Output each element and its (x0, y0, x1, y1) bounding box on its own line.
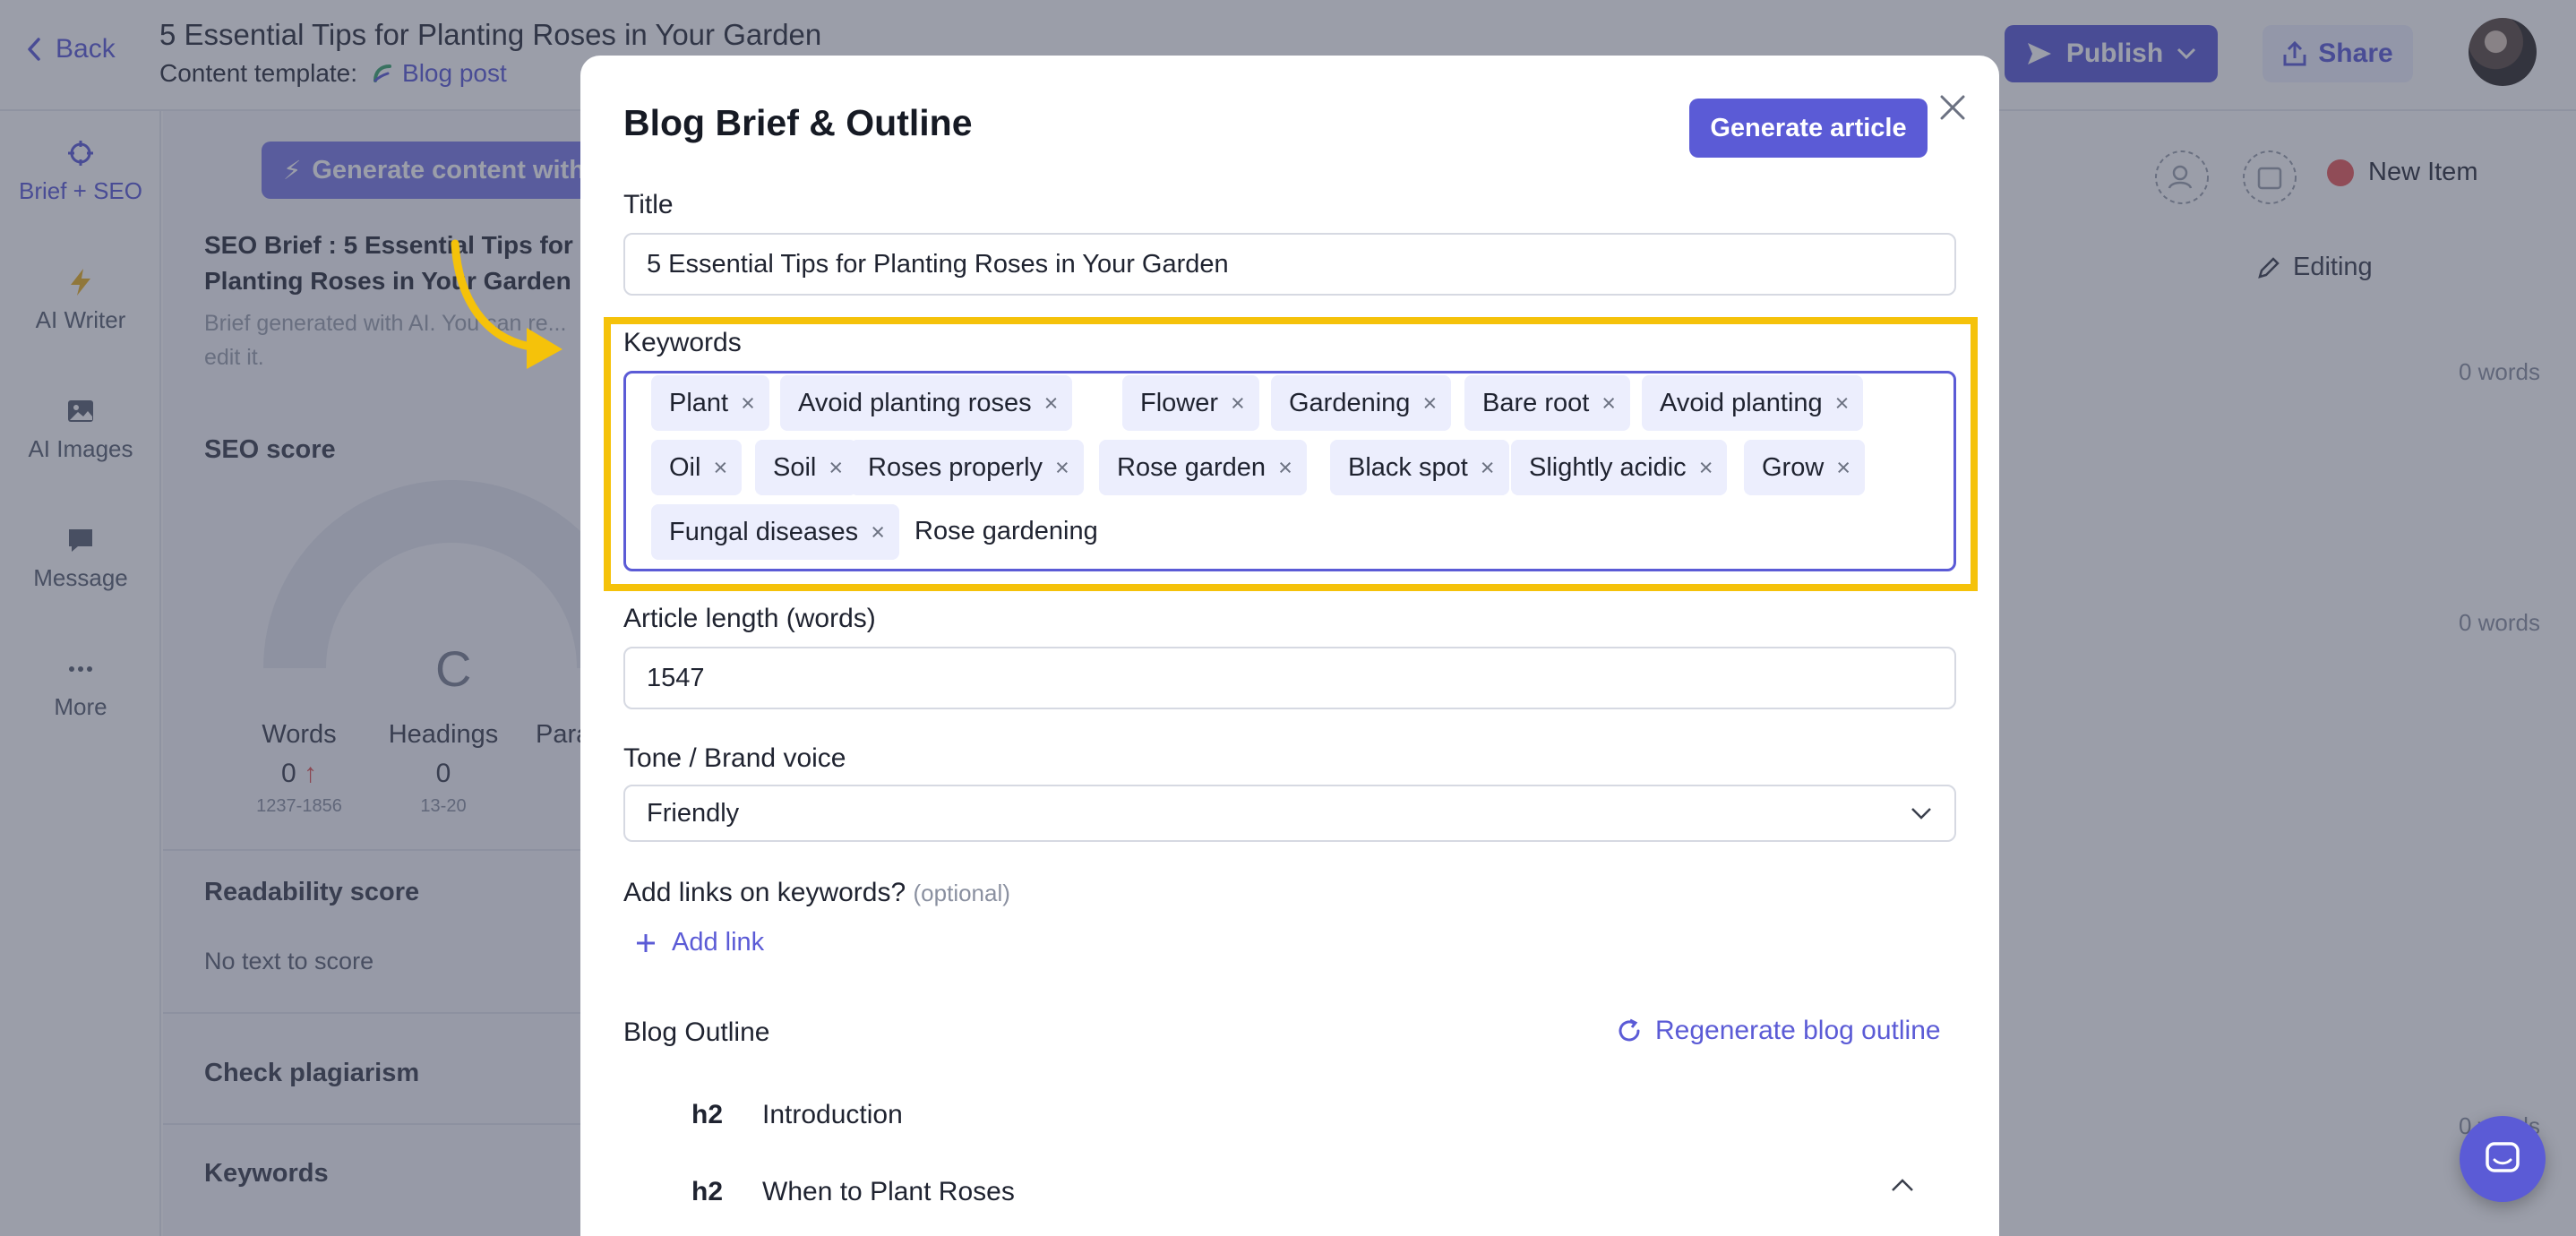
keyword-tag[interactable]: Rose garden × (1099, 440, 1307, 495)
article-length-value: 1547 (647, 663, 705, 692)
keyword-tag-label: Soil (773, 452, 817, 482)
keyword-tag[interactable]: Black spot × (1330, 440, 1509, 495)
keyword-tag[interactable]: Flower × (1122, 375, 1259, 431)
outline-text: When to Plant Roses (762, 1177, 1015, 1206)
remove-tag-icon[interactable]: × (1481, 454, 1495, 482)
keyword-tag-label: Avoid planting roses (798, 388, 1032, 417)
remove-tag-icon[interactable]: × (1699, 454, 1713, 482)
tone-label: Tone / Brand voice (623, 743, 846, 773)
blog-brief-modal: Blog Brief & Outline Generate article Ti… (580, 56, 1999, 1236)
outline-item[interactable]: h2 When to Plant Roses (691, 1177, 1015, 1207)
outline-text: Introduction (762, 1100, 903, 1129)
blog-outline-heading: Blog Outline (623, 1017, 770, 1047)
keywords-input[interactable]: Plant × Avoid planting roses × Flower × Garden… (623, 371, 1956, 571)
tone-select[interactable]: Friendly (623, 785, 1956, 842)
keyword-tag-label: Avoid planting (1660, 388, 1823, 417)
optional-label: (optional) (913, 880, 1010, 906)
keyword-tag-label: Oil (669, 452, 701, 482)
keyword-tag[interactable]: Roses properly × (850, 440, 1084, 495)
heading-level: h2 (691, 1177, 724, 1206)
remove-tag-icon[interactable]: × (1278, 454, 1292, 482)
add-link-label: Add link (672, 928, 765, 957)
keyword-tag[interactable]: Fungal diseases × (651, 504, 899, 560)
keyword-typed-text: Rose gardening (914, 517, 1098, 545)
keyword-tag[interactable]: Slightly acidic × (1511, 440, 1728, 495)
keyword-tag-label: Flower (1140, 388, 1219, 417)
keyword-tag[interactable]: Soil × (755, 440, 858, 495)
remove-tag-icon[interactable]: × (1836, 454, 1850, 482)
remove-tag-icon[interactable]: × (829, 454, 843, 482)
article-length-label: Article length (words) (623, 604, 876, 633)
keywords-label: Keywords (623, 328, 742, 357)
keyword-tag-label: Rose garden (1117, 452, 1267, 482)
add-link-button[interactable]: Add link (634, 928, 764, 957)
title-label: Title (623, 190, 674, 219)
keyword-tag[interactable]: Avoid planting × (1642, 375, 1864, 431)
remove-tag-icon[interactable]: × (1044, 390, 1059, 417)
keyword-tag-label: Fungal diseases (669, 517, 859, 546)
modal-title: Blog Brief & Outline (623, 102, 973, 143)
keyword-tag-label: Roses properly (868, 452, 1043, 482)
article-length-input[interactable]: 1547 (623, 647, 1956, 709)
chat-icon (2486, 1142, 2520, 1172)
close-icon[interactable] (1933, 88, 1972, 127)
keyword-tag[interactable]: Plant × (651, 375, 769, 431)
remove-tag-icon[interactable]: × (741, 390, 755, 417)
keyword-tag-label: Black spot (1348, 452, 1468, 482)
remove-tag-icon[interactable]: × (871, 519, 885, 546)
pointer-arrow-icon (451, 239, 562, 369)
keyword-tag[interactable]: Oil × (651, 440, 743, 495)
keyword-tag[interactable]: Grow × (1744, 440, 1866, 495)
generate-article-button[interactable]: Generate article (1689, 99, 1928, 158)
keyword-tag-label: Plant (669, 388, 729, 417)
remove-tag-icon[interactable]: × (1055, 454, 1069, 482)
tone-value: Friendly (647, 798, 740, 828)
title-input-value: 5 Essential Tips for Planting Roses in Y… (647, 249, 1229, 279)
support-chat-button[interactable] (2460, 1116, 2546, 1202)
keyword-tag[interactable]: Gardening × (1271, 375, 1452, 431)
keyword-tag[interactable]: Avoid planting roses × (780, 375, 1073, 431)
keyword-tag-label: Gardening (1289, 388, 1411, 417)
refresh-icon (1619, 1018, 1640, 1042)
chevron-down-icon (1911, 808, 1931, 820)
remove-tag-icon[interactable]: × (713, 454, 727, 482)
keyword-tag-label: Grow (1762, 452, 1825, 482)
regenerate-label: Regenerate blog outline (1655, 1016, 1941, 1045)
heading-level: h2 (691, 1100, 724, 1129)
remove-tag-icon[interactable]: × (1601, 390, 1616, 417)
remove-tag-icon[interactable]: × (1422, 390, 1437, 417)
keyword-tag[interactable]: Bare root × (1464, 375, 1631, 431)
chevron-up-icon[interactable] (1890, 1177, 1915, 1193)
regenerate-outline-button[interactable]: Regenerate blog outline (1616, 1016, 1941, 1046)
add-links-label: Add links on keywords? (optional) (623, 878, 1010, 907)
remove-tag-icon[interactable]: × (1231, 390, 1245, 417)
keyword-tag-label: Slightly acidic (1529, 452, 1687, 482)
remove-tag-icon[interactable]: × (1835, 390, 1850, 417)
keyword-tag-label: Bare root (1482, 388, 1590, 417)
outline-item[interactable]: h2 Introduction (691, 1100, 903, 1130)
plus-icon (637, 933, 655, 952)
title-input[interactable]: 5 Essential Tips for Planting Roses in Y… (623, 233, 1956, 296)
